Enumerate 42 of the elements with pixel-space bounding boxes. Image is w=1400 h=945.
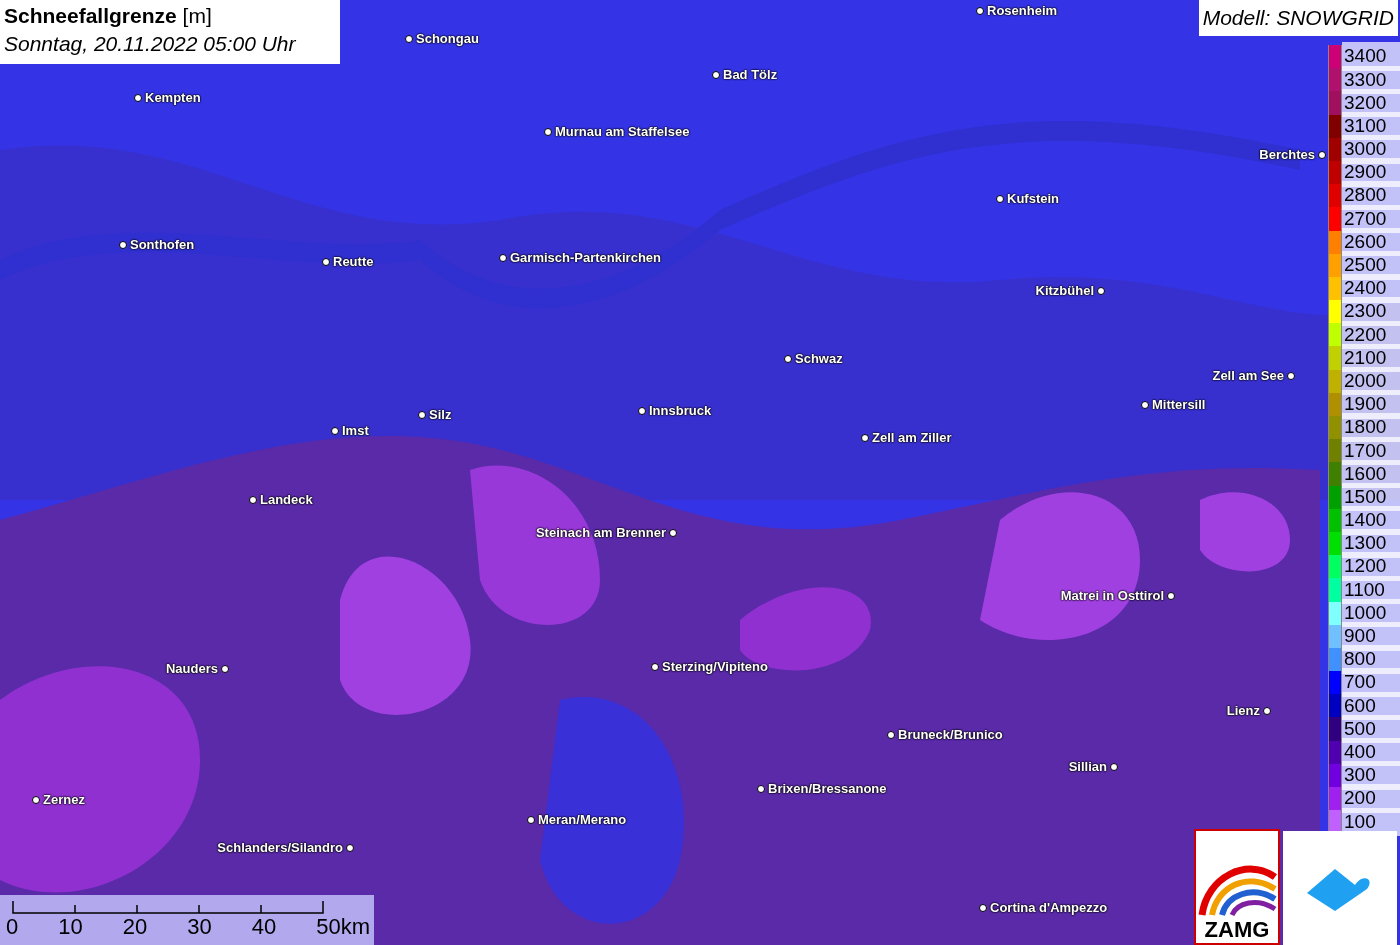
city-label: Landeck bbox=[260, 491, 313, 509]
city-label: Cortina d'Ampezzo bbox=[990, 899, 1108, 917]
scale-label: 40 bbox=[251, 913, 277, 941]
scale-label: 10 bbox=[58, 913, 83, 941]
city-label: Lienz bbox=[1226, 702, 1260, 720]
scale-label: 20 bbox=[122, 913, 148, 941]
map-date: Sonntag, 20.11.2022 05:00 Uhr bbox=[4, 31, 297, 57]
city-label: Bruneck/Brunico bbox=[898, 726, 1003, 744]
city-label: Bad Tölz bbox=[723, 66, 778, 84]
city-label: Kitzbühel bbox=[1035, 282, 1094, 300]
city-label: Sonthofen bbox=[130, 236, 195, 254]
scale-label: 50km bbox=[316, 913, 370, 941]
city-label: Sillian bbox=[1068, 758, 1107, 776]
city-label: Brixen/Bressanone bbox=[768, 780, 887, 798]
city-label: Murnau am Staffelsee bbox=[555, 123, 690, 141]
scale-label: 30 bbox=[187, 913, 212, 941]
city-label: Kufstein bbox=[1007, 190, 1059, 208]
city-label: Zell am See bbox=[1212, 367, 1284, 385]
city-label: Schwaz bbox=[795, 350, 843, 368]
city-label: Imst bbox=[342, 422, 369, 440]
city-label: Schongau bbox=[416, 30, 479, 48]
city-label: Zernez bbox=[43, 791, 85, 809]
city-label: Berchtes bbox=[1259, 146, 1315, 164]
map-title: Schneefallgrenze [m] bbox=[4, 3, 213, 29]
city-label: Mittersill bbox=[1152, 396, 1206, 414]
model-label: Modell: SNOWGRID bbox=[1198, 0, 1398, 36]
city-label: Zell am Ziller bbox=[872, 429, 952, 447]
logo-text: ZAMG bbox=[1204, 917, 1270, 943]
city-label: Silz bbox=[429, 406, 452, 424]
scale-ruler-icon bbox=[12, 901, 324, 915]
city-label: Reutte bbox=[333, 253, 374, 271]
city-label: Matrei in Osttirol bbox=[1060, 587, 1164, 605]
city-label: Steinach am Brenner bbox=[535, 524, 666, 542]
city-label: Schlanders/Silandro bbox=[217, 839, 343, 857]
city-label: Rosenheim bbox=[987, 2, 1058, 20]
city-label: Garmisch-Partenkirchen bbox=[510, 249, 661, 267]
city-label: Kempten bbox=[145, 89, 201, 107]
scale-label: 0 bbox=[6, 913, 19, 941]
city-label: Innsbruck bbox=[649, 402, 712, 420]
city-label: Sterzing/Vipiteno bbox=[662, 658, 768, 676]
city-label: Nauders bbox=[165, 660, 218, 678]
city-label: Meran/Merano bbox=[538, 811, 627, 829]
